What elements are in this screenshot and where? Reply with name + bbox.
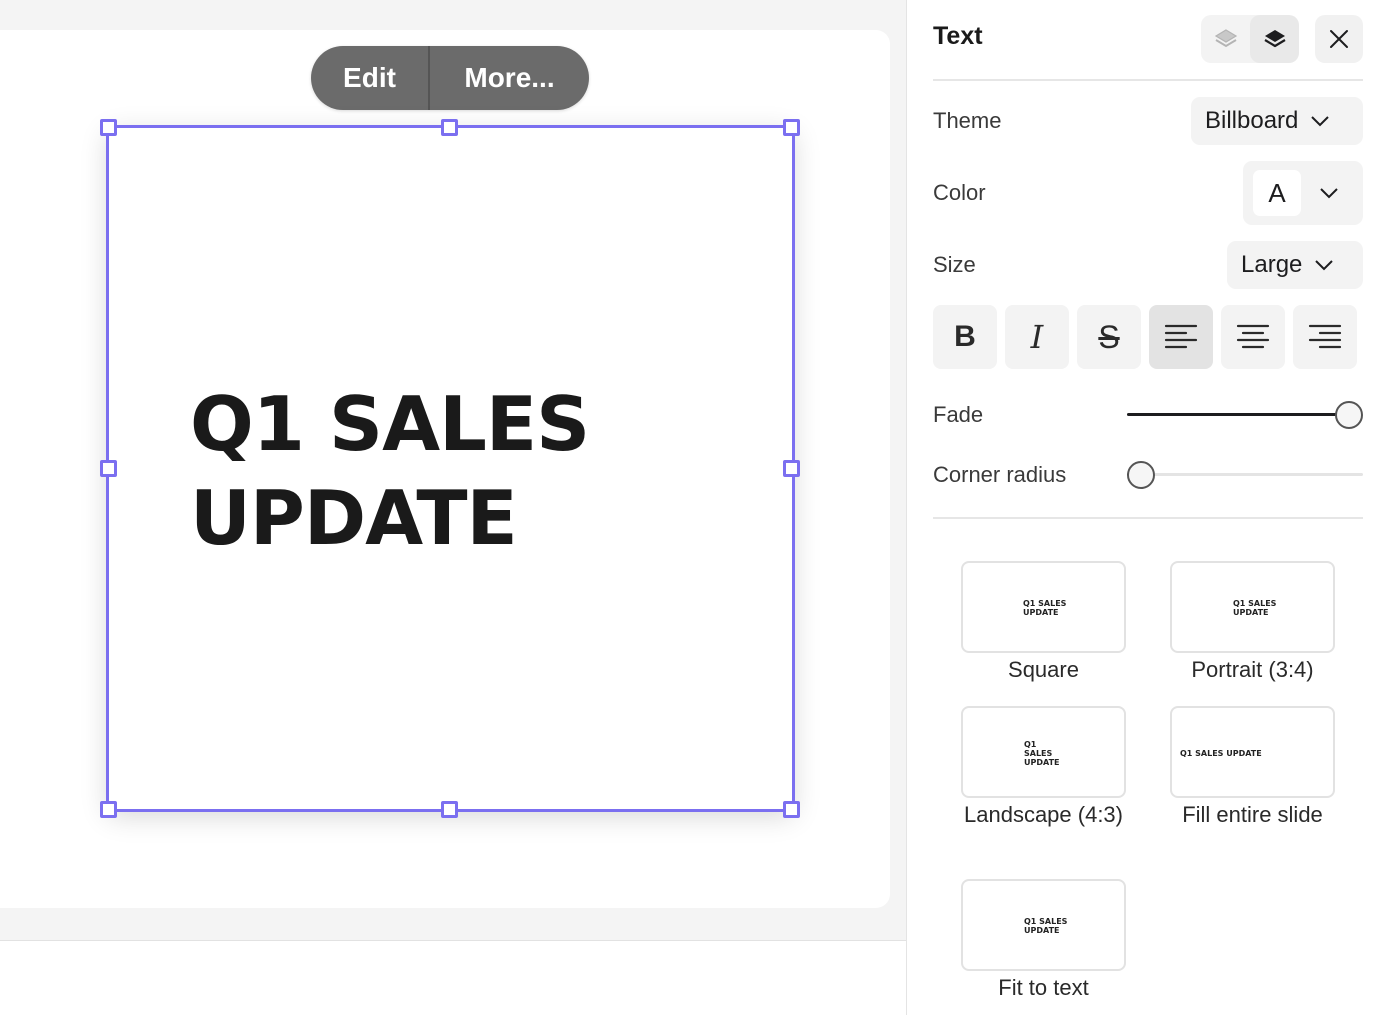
floating-toolbar: Edit More... (311, 46, 589, 110)
preset-mini-line: Q1 SALES UPDATE (1180, 749, 1262, 758)
preset-landscape[interactable]: Q1 SALES UPDATE Landscape (4:3) (961, 706, 1126, 829)
divider (933, 79, 1363, 81)
divider (933, 517, 1363, 519)
preset-square[interactable]: Q1 SALES UPDATE Square (961, 561, 1126, 684)
resize-handle-top[interactable] (441, 119, 458, 136)
text-box-content[interactable]: Q1 SALES UPDATE (190, 377, 750, 565)
strikethrough-button[interactable]: S (1077, 305, 1141, 369)
italic-button[interactable]: I (1005, 305, 1069, 369)
color-swatch: A (1253, 170, 1301, 216)
chevron-down-icon (1310, 115, 1330, 127)
align-center-icon (1236, 324, 1270, 349)
align-left-icon (1164, 324, 1198, 349)
theme-value: Billboard (1205, 107, 1299, 134)
app-window: Edit More... Q1 SALES UPDATE Text Theme … (0, 0, 1384, 1015)
preset-fit-to-text[interactable]: Q1 SALES UPDATE Fit to text (961, 879, 1126, 1002)
align-right-button[interactable] (1293, 305, 1357, 369)
text-line-2: UPDATE (190, 474, 518, 562)
preset-mini-text: Q1 SALES UPDATE (1024, 917, 1067, 935)
layers-front-icon (1263, 30, 1286, 48)
fade-slider-thumb[interactable] (1335, 401, 1363, 429)
preset-thumbnail: Q1 SALES UPDATE (961, 879, 1126, 971)
preset-thumbnail: Q1 SALES UPDATE (961, 561, 1126, 653)
theme-label: Theme (933, 108, 1002, 133)
chevron-down-icon (1319, 187, 1339, 199)
color-label: Color (933, 180, 986, 205)
format-toolbar: B I S (933, 305, 1357, 369)
resize-handle-left[interactable] (100, 460, 117, 477)
preset-mini-line: Q1 (1024, 740, 1037, 749)
corner-radius-slider-thumb[interactable] (1127, 461, 1155, 489)
preset-mini-text: Q1 SALES UPDATE (1180, 749, 1262, 758)
preset-label: Portrait (3:4) (1191, 657, 1314, 682)
align-right-icon (1308, 324, 1342, 349)
preset-thumbnail: Q1 SALES UPDATE (1170, 706, 1335, 798)
bottom-strip (0, 940, 906, 1015)
size-label: Size (933, 252, 976, 277)
slide-canvas[interactable]: Edit More... Q1 SALES UPDATE (0, 0, 906, 1015)
preset-fill-slide[interactable]: Q1 SALES UPDATE Fill entire slide (1170, 706, 1345, 829)
align-left-button[interactable] (1149, 305, 1213, 369)
resize-handle-top-right[interactable] (783, 119, 800, 136)
corner-radius-slider-track[interactable] (1127, 473, 1363, 476)
preset-mini-line: Q1 SALES (1023, 599, 1067, 608)
layers-back-icon (1214, 29, 1237, 48)
fade-label: Fade (933, 402, 984, 427)
send-backward-button[interactable] (1201, 15, 1250, 63)
preset-mini-text: Q1 SALES UPDATE (1023, 599, 1066, 617)
color-picker[interactable]: A (1243, 161, 1363, 225)
preset-mini-line: UPDATE (1024, 758, 1060, 767)
theme-dropdown[interactable]: Billboard (1191, 97, 1363, 145)
size-value: Large (1241, 251, 1303, 278)
edit-button[interactable]: Edit (311, 46, 428, 110)
size-dropdown[interactable]: Large (1227, 241, 1363, 289)
inspector-panel: Text Theme Billboard Color A Size Large … (906, 0, 1384, 1015)
resize-handle-bottom[interactable] (441, 801, 458, 818)
preset-mini-line: UPDATE (1233, 608, 1269, 617)
preset-label: Fill entire slide (1182, 802, 1323, 827)
preset-mini-text: Q1 SALES UPDATE (1233, 599, 1276, 617)
close-panel-button[interactable] (1315, 15, 1363, 63)
close-icon (1330, 30, 1348, 48)
bold-button[interactable]: B (933, 305, 997, 369)
preset-mini-line: UPDATE (1023, 608, 1059, 617)
preset-mini-text: Q1 SALES UPDATE (1024, 740, 1060, 767)
layer-order-group (1201, 15, 1299, 63)
preset-mini-line: UPDATE (1024, 926, 1060, 935)
preset-portrait[interactable]: Q1 SALES UPDATE Portrait (3:4) (1170, 561, 1335, 684)
resize-handle-right[interactable] (783, 460, 800, 477)
text-line-1: Q1 SALES (190, 380, 590, 468)
preset-thumbnail: Q1 SALES UPDATE (961, 706, 1126, 798)
fade-slider-fill (1127, 413, 1349, 416)
preset-mini-line: Q1 SALES (1233, 599, 1277, 608)
bring-forward-button[interactable] (1250, 15, 1299, 63)
panel-title: Text (933, 22, 983, 50)
preset-mini-line: Q1 SALES (1024, 917, 1068, 926)
text-box[interactable]: Q1 SALES UPDATE (108, 127, 793, 810)
chevron-down-icon (1314, 259, 1334, 271)
resize-handle-bottom-right[interactable] (783, 801, 800, 818)
align-center-button[interactable] (1221, 305, 1285, 369)
preset-label: Square (1008, 657, 1079, 682)
preset-label: Landscape (4:3) (964, 802, 1123, 827)
more-button[interactable]: More... (430, 46, 589, 110)
preset-label: Fit to text (998, 975, 1089, 1000)
preset-thumbnail: Q1 SALES UPDATE (1170, 561, 1335, 653)
preset-mini-line: SALES (1024, 749, 1053, 758)
corner-radius-label: Corner radius (933, 462, 1067, 487)
resize-handle-top-left[interactable] (100, 119, 117, 136)
resize-handle-bottom-left[interactable] (100, 801, 117, 818)
